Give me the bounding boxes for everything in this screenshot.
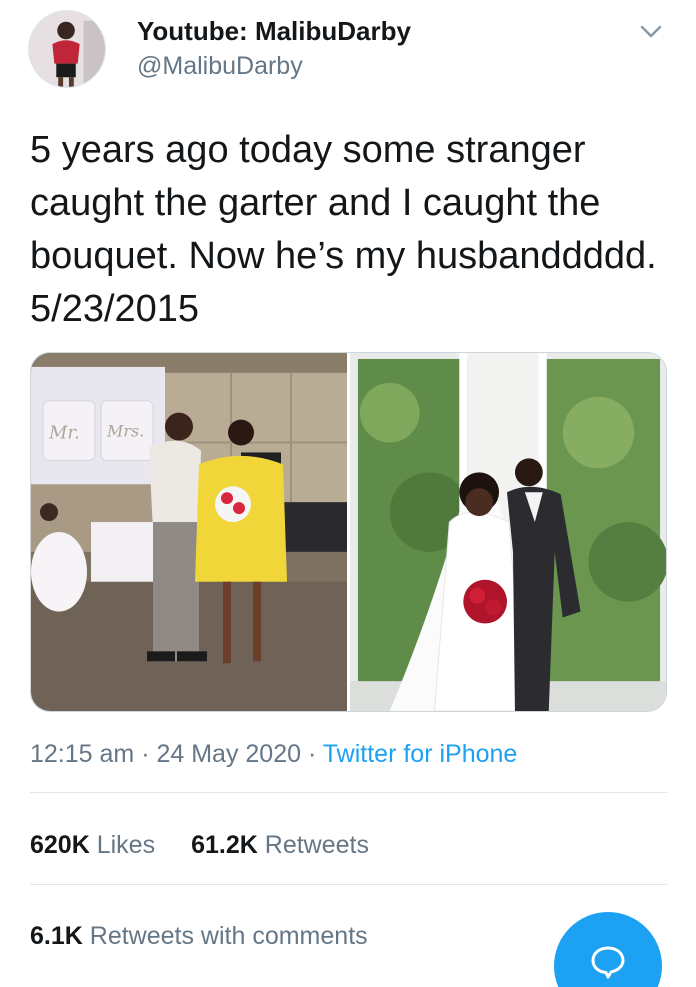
retweets-label: Retweets: [264, 831, 369, 859]
rt-comments-count: 6.1K: [30, 922, 83, 950]
tweet-text: 5 years ago today some stranger caught t…: [30, 129, 657, 330]
likes-count: 620K: [30, 831, 90, 859]
meta-separator: ·: [301, 740, 323, 768]
likes-label: Likes: [96, 831, 156, 859]
sign-mr-label: Mr.: [48, 423, 80, 444]
tweet-source-link[interactable]: Twitter for iPhone: [323, 740, 518, 768]
divider: [30, 792, 667, 793]
reply-button[interactable]: [554, 912, 662, 987]
tweet-time[interactable]: 12:15 am: [30, 740, 134, 768]
retweets-stat[interactable]: 61.2K Retweets: [191, 831, 369, 859]
engagement-stats: 620K Likes 61.2K Retweets: [30, 831, 369, 860]
tweet-media[interactable]: Mr. Mrs.: [30, 352, 667, 712]
profile-photo: [29, 11, 105, 87]
tweet-date[interactable]: 24 May 2020: [156, 740, 301, 768]
rt-comments-label: Retweets with comments: [89, 922, 368, 950]
divider: [30, 884, 667, 885]
meta-separator: ·: [134, 740, 157, 768]
retweets-with-comments-stat[interactable]: 6.1K Retweets with comments: [30, 922, 368, 951]
tweet-timestamp-line: 12:15 am · 24 May 2020 · Twitter for iPh…: [30, 740, 517, 769]
user-handle[interactable]: @MalibuDarby: [137, 52, 303, 81]
likes-stat[interactable]: 620K Likes: [30, 831, 155, 859]
wedding-couple-photo[interactable]: [350, 353, 666, 711]
retweets-count: 61.2K: [191, 831, 258, 859]
sign-mrs-label: Mrs.: [106, 422, 144, 441]
display-name[interactable]: Youtube: MalibuDarby: [137, 16, 411, 47]
wedding-reception-photo[interactable]: Mr. Mrs.: [31, 353, 347, 711]
chevron-down-icon[interactable]: [638, 18, 664, 44]
avatar[interactable]: [28, 10, 106, 88]
reply-bubble-icon: [591, 946, 625, 979]
